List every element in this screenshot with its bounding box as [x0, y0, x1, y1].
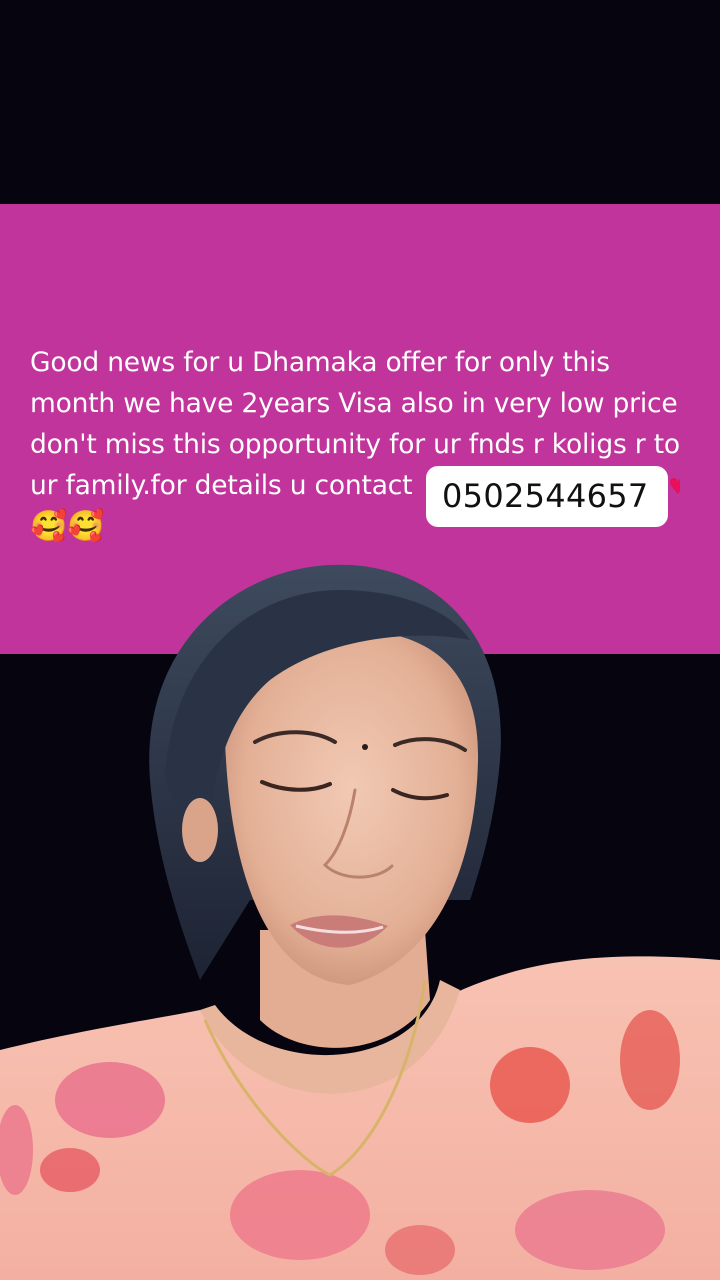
phone-number-badge[interactable]: 0502544657	[426, 466, 668, 527]
video-frame[interactable]: Good news for u Dhamaka offer for only t…	[0, 0, 720, 1280]
person-image	[0, 564, 720, 1280]
smiling-face-hearts-emoji: 🥰🥰	[30, 509, 105, 544]
heart-icon: ♥	[668, 476, 680, 500]
